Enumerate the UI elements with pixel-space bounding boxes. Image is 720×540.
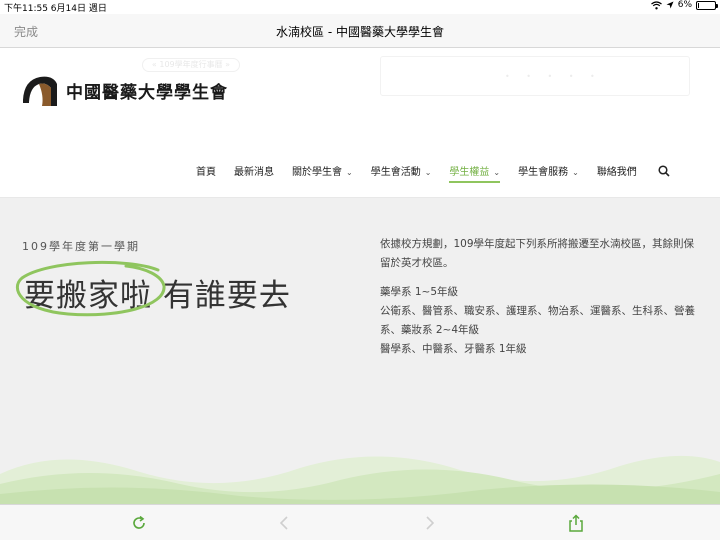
menu-item-6[interactable]: 聯絡我們 <box>597 163 637 178</box>
menu-item-4[interactable]: 學生權益 ⌄ <box>449 163 501 183</box>
chevron-down-icon: ⌄ <box>346 168 353 177</box>
relocation-description: 依據校方規劃，109學年度起下列系所將搬遷至水湳校區，其餘則保留於英才校區。 藥… <box>380 235 700 359</box>
search-icon[interactable] <box>657 164 671 178</box>
menu-item-2[interactable]: 關於學生會 ⌄ <box>292 163 353 178</box>
semester-label: 109學年度第一學期 <box>22 240 140 253</box>
dept-line-group: 公衛系、醫管系、職安系、護理系、物治系、運醫系、生科系、營養系、藥妝系 2~4年… <box>380 305 695 336</box>
logo-mark-icon <box>23 76 57 106</box>
main-menu: 首頁 最新消息 關於學生會 ⌄ 學生會活動 ⌄ 學生權益 ⌄ 學生會服務 ⌄ 聯絡我們 <box>196 163 671 183</box>
reload-icon[interactable] <box>130 514 148 532</box>
highlight-circle <box>16 260 166 317</box>
browser-toolbar <box>0 504 720 540</box>
intro-text: 依據校方規劃，109學年度起下列系所將搬遷至水湳校區，其餘則保留於英才校區。 <box>380 238 695 269</box>
forward-icon[interactable] <box>420 514 438 532</box>
decorative-waves <box>0 455 720 504</box>
site-logo[interactable]: 中國醫藥大學學生會 <box>20 70 228 110</box>
location-arrow-icon <box>666 1 674 9</box>
status-time-date: 下午11:55 6月14日 週日 <box>4 4 107 14</box>
menu-item-0[interactable]: 首頁 <box>196 163 216 178</box>
menu-item-1[interactable]: 最新消息 <box>234 163 274 178</box>
menu-item-label: 關於學生會 <box>292 167 342 178</box>
menu-item-label: 首頁 <box>196 167 216 178</box>
menu-item-label: 學生會活動 <box>370 167 421 178</box>
battery-icon <box>696 0 718 10</box>
menu-item-3[interactable]: 學生會活動 ⌄ <box>371 163 432 178</box>
chevron-down-icon: ⌄ <box>493 168 501 177</box>
faded-carousel-dots: • • • • • <box>505 72 602 81</box>
menu-item-label: 最新消息 <box>234 167 274 178</box>
menu-item-label: 學生權益 <box>449 167 490 178</box>
page-title: 水湳校區 - 中國醫藥大學學生會 <box>276 25 444 39</box>
menu-item-label: 聯絡我們 <box>596 167 637 178</box>
chevron-down-icon: ⌄ <box>572 168 579 177</box>
back-icon[interactable] <box>276 514 294 532</box>
browser-nav-bar: 完成 水湳校區 - 中國醫藥大學學生會 <box>0 14 720 48</box>
main-content: 109學年度第一學期 要搬家啦 有誰要去 依據校方規劃，109學年度起下列系所將… <box>0 198 720 504</box>
menu-item-label: 學生會服務 <box>518 167 569 178</box>
site-header: « 109學年度行事曆 » • • • • • 中國醫藥大學學生會 首頁 最新消息… <box>0 48 720 198</box>
share-icon[interactable] <box>567 514 585 532</box>
status-right: 6% <box>650 0 718 10</box>
chevron-down-icon: ⌄ <box>424 168 432 177</box>
menu-item-5[interactable]: 學生會服務 ⌄ <box>518 163 579 178</box>
dept-line-medicine: 醫學系、中醫系、牙醫系 1年級 <box>380 343 527 355</box>
battery-percent: 6% <box>677 0 692 10</box>
status-bar: 下午11:55 6月14日 週日 6% <box>0 0 720 14</box>
wifi-icon <box>650 0 662 9</box>
battery-level <box>698 2 699 8</box>
logo-text: 中國醫藥大學學生會 <box>66 82 228 103</box>
dept-line-pharmacy: 藥學系 1~5年級 <box>380 286 458 298</box>
